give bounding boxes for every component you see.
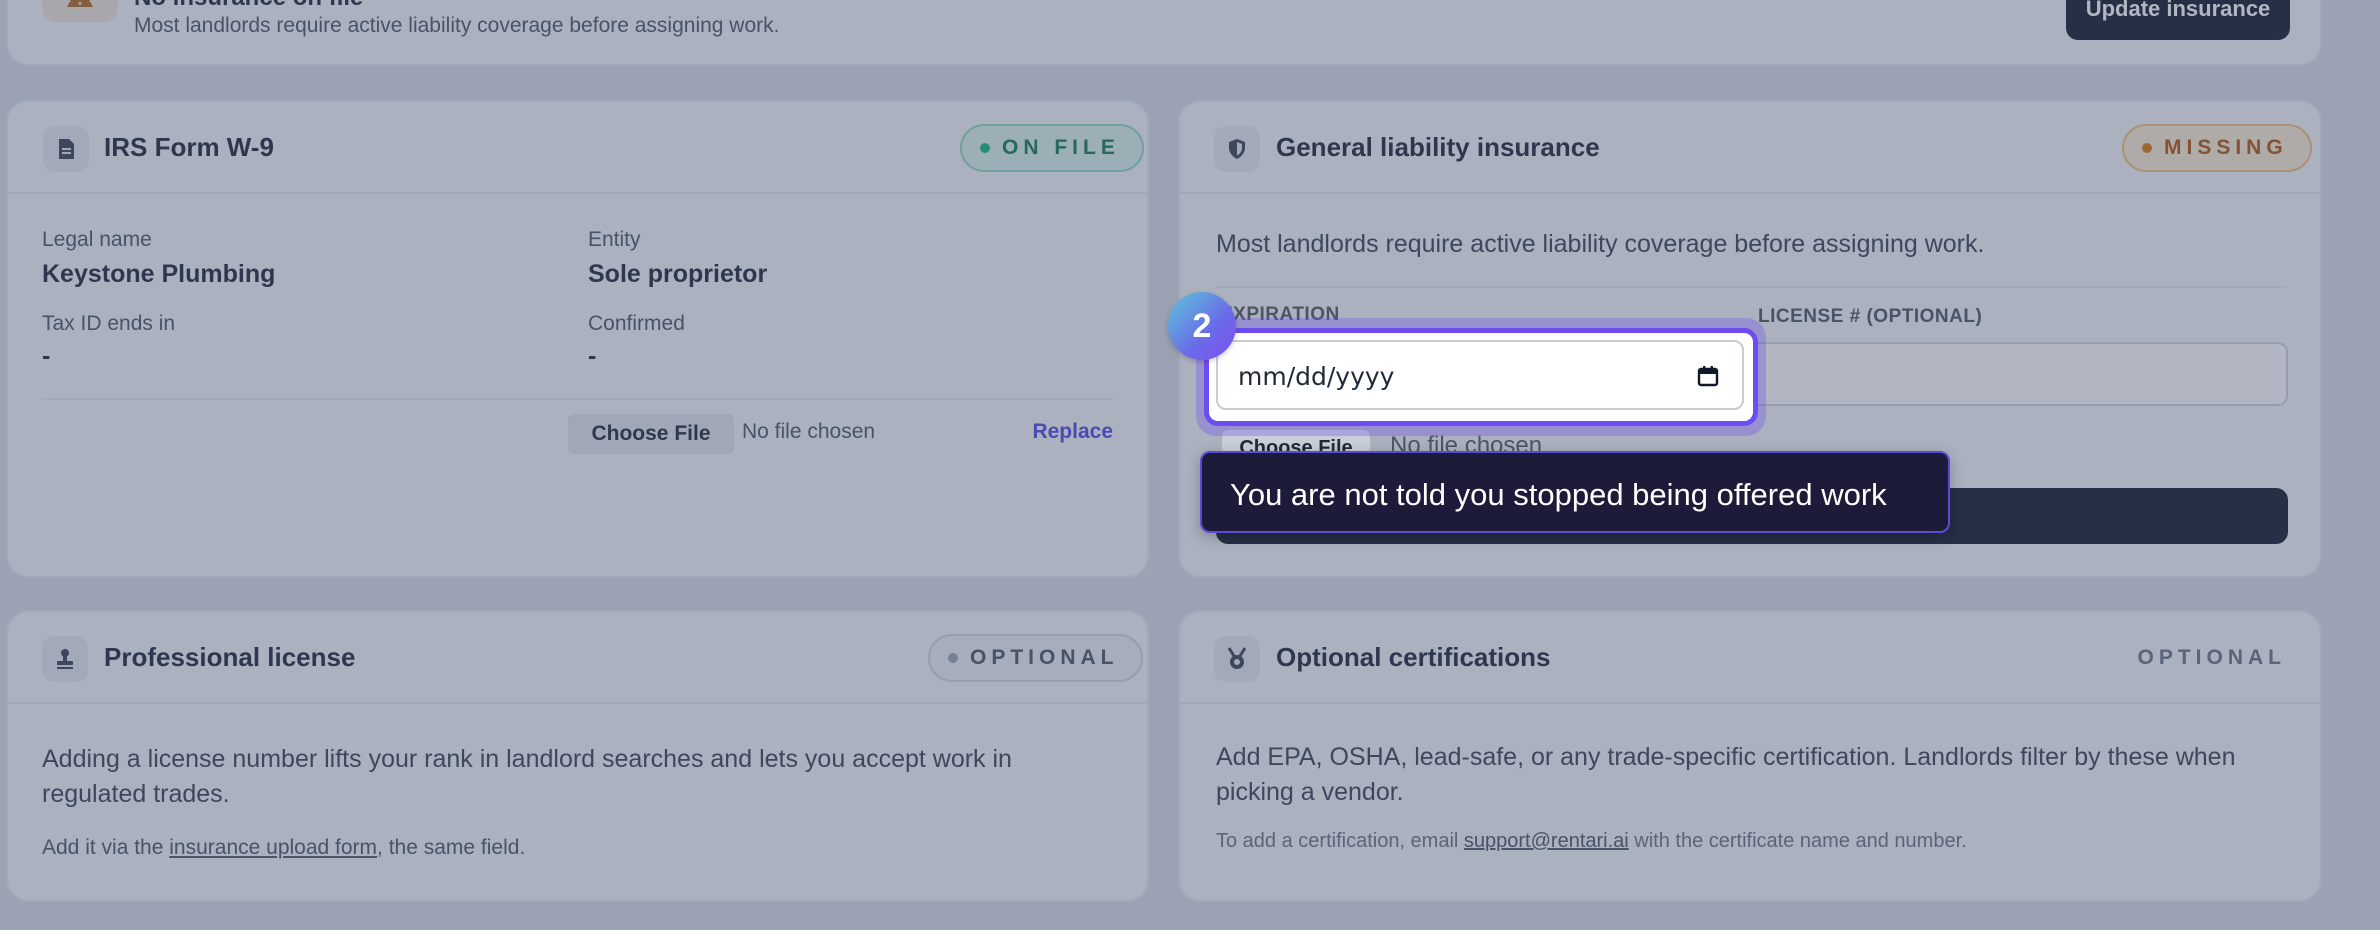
status-badge: MISSING <box>2122 124 2312 172</box>
tour-step-number: 2 <box>1192 306 1212 345</box>
insurance-title: General liability insurance <box>1276 132 1600 162</box>
status-badge: ON FILE <box>960 124 1144 172</box>
license-note-suffix: , the same field. <box>377 836 526 859</box>
license-number-label: LICENSE # (OPTIONAL) <box>1758 306 1983 327</box>
stamp-icon <box>42 636 88 682</box>
status-badge-label: ON FILE <box>1002 136 1120 159</box>
w9-card: IRS Form W-9 ON FILE Legal name Keystone… <box>6 100 1149 578</box>
certifications-note-suffix: with the certificate name and number. <box>1628 830 1967 852</box>
status-badge-label: OPTIONAL <box>970 646 1119 669</box>
w9-title: IRS Form W-9 <box>104 132 274 162</box>
entity-value: Sole proprietor <box>588 260 768 288</box>
tax-id-value: - <box>42 342 51 370</box>
license-note: Add it via the insurance upload form, th… <box>42 836 525 860</box>
shield-icon <box>1214 126 1260 172</box>
tax-id-label: Tax ID ends in <box>42 312 176 335</box>
certifications-note-prefix: To add a certification, email <box>1216 830 1464 852</box>
warning-icon <box>42 0 118 22</box>
certifications-note: To add a certification, email support@re… <box>1216 830 1967 853</box>
banner-title: No insurance on file <box>134 0 363 12</box>
legal-name-label: Legal name <box>42 228 152 251</box>
update-insurance-button[interactable]: Update insurance <box>2066 0 2290 40</box>
expiration-date-placeholder: mm/dd/yyyy <box>1238 362 1395 391</box>
status-dot <box>980 143 990 153</box>
status-badge: OPTIONAL <box>928 634 1143 682</box>
tour-tooltip-text: You are not told you stopped being offer… <box>1230 477 1887 512</box>
confirmed-label: Confirmed <box>588 312 685 335</box>
license-number-input[interactable] <box>1738 342 2288 406</box>
expiration-date-input[interactable]: mm/dd/yyyy <box>1216 340 1744 410</box>
insurance-description: Most landlords require active liability … <box>1216 230 1985 258</box>
insurance-upload-form-link[interactable]: insurance upload form <box>169 836 377 859</box>
w9-choose-file-button[interactable]: Choose File <box>568 414 734 454</box>
entity-label: Entity <box>588 228 641 251</box>
divider <box>1216 286 2286 288</box>
certifications-card-header: Optional certifications OPTIONAL <box>1180 612 2320 704</box>
certifications-description: Add EPA, OSHA, lead-safe, or any trade-s… <box>1216 743 2236 806</box>
license-card: Professional license OPTIONAL Adding a l… <box>6 610 1149 902</box>
legal-name-value: Keystone Plumbing <box>42 260 276 288</box>
calendar-icon[interactable] <box>1696 364 1720 388</box>
support-email-link[interactable]: support@rentari.ai <box>1464 830 1629 852</box>
insurance-warning-banner: No insurance on file Most landlords requ… <box>6 0 2322 66</box>
insurance-card-header: General liability insurance MISSING <box>1180 102 2320 194</box>
status-badge-label: MISSING <box>2164 136 2288 159</box>
confirmed-value: - <box>588 342 597 370</box>
license-description: Adding a license number lifts your rank … <box>42 745 1012 808</box>
status-dot <box>2142 143 2152 153</box>
certifications-card: Optional certifications OPTIONAL Add EPA… <box>1178 610 2322 902</box>
document-icon <box>43 126 89 172</box>
status-dot <box>948 653 958 663</box>
tour-step-badge: 2 <box>1168 292 1236 360</box>
divider <box>42 398 1113 400</box>
w9-card-header: IRS Form W-9 ON FILE <box>8 102 1147 194</box>
tour-tooltip: You are not told you stopped being offer… <box>1200 451 1950 533</box>
medal-icon <box>1214 636 1260 682</box>
w9-no-file-text: No file chosen <box>742 420 876 443</box>
license-note-prefix: Add it via the <box>42 836 170 859</box>
banner-subtitle: Most landlords require active liability … <box>134 14 780 37</box>
status-badge: OPTIONAL <box>2137 646 2286 669</box>
certifications-title: Optional certifications <box>1276 642 1551 672</box>
license-title: Professional license <box>104 642 356 672</box>
license-card-header: Professional license OPTIONAL <box>8 612 1147 704</box>
replace-link[interactable]: Replace <box>1032 420 1113 444</box>
